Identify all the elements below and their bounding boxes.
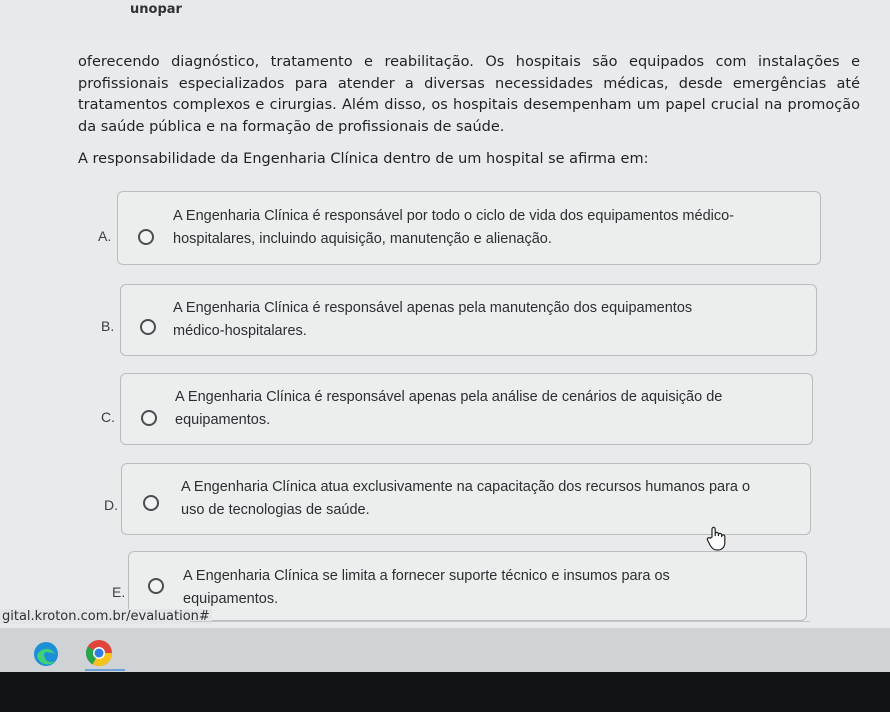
active-app-indicator [85, 669, 125, 671]
option-c-line2: equipamentos. [175, 412, 271, 428]
option-letter-d: D. [104, 497, 118, 513]
option-a-line1: A Engenharia Clínica é responsável por t… [173, 208, 735, 224]
option-c[interactable]: A Engenharia Clínica é responsável apena… [120, 373, 813, 445]
option-b-line1: A Engenharia Clínica é responsável apena… [173, 300, 693, 316]
chrome-browser-icon[interactable] [84, 638, 114, 668]
option-b-line2: médico-hospitalares. [173, 323, 307, 339]
option-letter-e: E. [112, 584, 126, 600]
edge-browser-icon[interactable] [32, 640, 60, 668]
option-a[interactable]: A Engenharia Clínica é responsável por t… [117, 191, 821, 265]
option-e[interactable]: A Engenharia Clínica se limita a fornece… [128, 551, 807, 621]
divider [190, 621, 810, 622]
radio-button-a[interactable] [138, 229, 154, 245]
option-d-line1: A Engenharia Clínica atua exclusivamente… [181, 479, 751, 495]
option-c-line1: A Engenharia Clínica é responsável apena… [175, 389, 723, 405]
option-b[interactable]: A Engenharia Clínica é responsável apena… [120, 284, 817, 356]
taskbar [0, 672, 890, 712]
option-letter-a: A. [98, 228, 112, 244]
status-bar-url: gital.kroton.com.br/evaluation# [0, 609, 212, 624]
question-context-paragraph: oferecendo diagnóstico, tratamento e rea… [78, 54, 860, 135]
brand-logo-text: unopar [130, 2, 182, 17]
hand-cursor-icon [706, 526, 726, 551]
radio-button-b[interactable] [140, 319, 156, 335]
top-bar: unopar [0, 0, 890, 38]
option-e-line2: equipamentos. [183, 591, 279, 607]
radio-button-d[interactable] [143, 495, 159, 511]
option-a-line2: hospitalares, incluindo aquisição, manut… [173, 231, 552, 247]
radio-button-e[interactable] [148, 578, 164, 594]
app-shelf [0, 628, 890, 672]
option-e-line1: A Engenharia Clínica se limita a fornece… [183, 568, 670, 584]
radio-button-c[interactable] [141, 410, 157, 426]
option-d-line2: uso de tecnologias de saúde. [181, 502, 370, 518]
question-prompt: A responsabilidade da Engenharia Clínica… [78, 151, 649, 167]
option-letter-b: B. [101, 318, 115, 334]
option-letter-c: C. [101, 409, 115, 425]
